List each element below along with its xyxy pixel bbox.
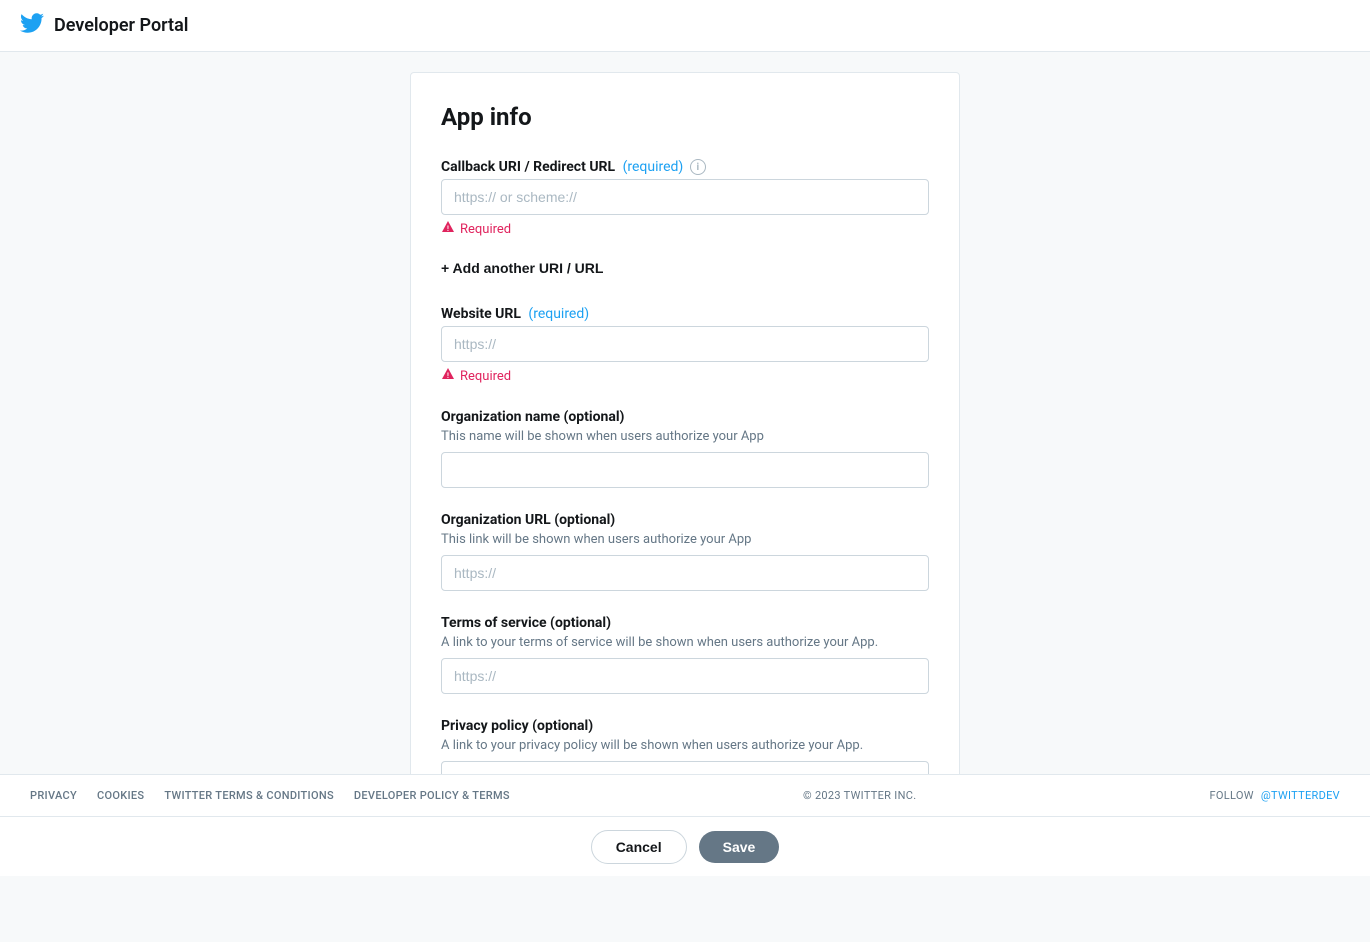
website-url-section: Website URL (required) ! Required [441, 306, 929, 385]
twitter-bird-icon [20, 11, 44, 41]
terms-description: A link to your terms of service will be … [441, 635, 929, 650]
footer-cookies-link[interactable]: COOKIES [97, 789, 144, 802]
footer-follow-handle-link[interactable]: @TWITTERDEV [1261, 789, 1340, 802]
org-url-label: Organization URL (optional) [441, 512, 929, 528]
website-url-required-badge: (required) [528, 306, 589, 322]
footer-follow: FOLLOW @TWITTERDEV [1210, 789, 1340, 802]
terms-label: Terms of service (optional) [441, 615, 929, 631]
privacy-policy-label: Privacy policy (optional) [441, 718, 929, 734]
website-url-label: Website URL (required) [441, 306, 929, 322]
warning-triangle-icon-2: ! [441, 367, 455, 385]
callback-uri-info-icon[interactable]: i [690, 159, 706, 175]
page-title: App info [441, 103, 929, 131]
callback-uri-error: ! Required [441, 220, 929, 238]
action-bar: Cancel Save [0, 816, 1370, 876]
svg-text:!: ! [447, 225, 449, 233]
callback-uri-input[interactable] [441, 179, 929, 215]
footer-privacy-link[interactable]: PRIVACY [30, 789, 77, 802]
org-name-description: This name will be shown when users autho… [441, 429, 929, 444]
terms-input[interactable] [441, 658, 929, 694]
org-name-section: Organization name (optional) This name w… [441, 409, 929, 488]
footer-links: PRIVACY COOKIES TWITTER TERMS & CONDITIO… [30, 789, 510, 802]
add-another-uri-button[interactable]: + Add another URI / URL [441, 254, 603, 282]
org-url-input[interactable] [441, 555, 929, 591]
website-url-input[interactable] [441, 326, 929, 362]
cancel-button[interactable]: Cancel [591, 830, 687, 864]
footer: PRIVACY COOKIES TWITTER TERMS & CONDITIO… [0, 774, 1370, 816]
org-name-input[interactable] [441, 452, 929, 488]
callback-uri-section: Callback URI / Redirect URL (required) i… [441, 159, 929, 282]
header: Developer Portal [0, 0, 1370, 52]
portal-title: Developer Portal [54, 15, 188, 36]
warning-triangle-icon: ! [441, 220, 455, 238]
org-url-section: Organization URL (optional) This link wi… [441, 512, 929, 591]
app-info-card: App info Callback URI / Redirect URL (re… [410, 72, 960, 862]
org-url-description: This link will be shown when users autho… [441, 532, 929, 547]
svg-text:!: ! [447, 372, 449, 380]
footer-developer-policy-link[interactable]: DEVELOPER POLICY & TERMS [354, 789, 510, 802]
callback-uri-required-badge: (required) [623, 159, 684, 175]
callback-uri-label: Callback URI / Redirect URL (required) i [441, 159, 929, 175]
footer-copyright: © 2023 TWITTER INC. [803, 789, 916, 802]
logo: Developer Portal [20, 11, 188, 41]
website-url-error: ! Required [441, 367, 929, 385]
save-button[interactable]: Save [699, 831, 780, 863]
footer-twitter-terms-link[interactable]: TWITTER TERMS & CONDITIONS [164, 789, 334, 802]
org-name-label: Organization name (optional) [441, 409, 929, 425]
terms-section: Terms of service (optional) A link to yo… [441, 615, 929, 694]
privacy-policy-description: A link to your privacy policy will be sh… [441, 738, 929, 753]
